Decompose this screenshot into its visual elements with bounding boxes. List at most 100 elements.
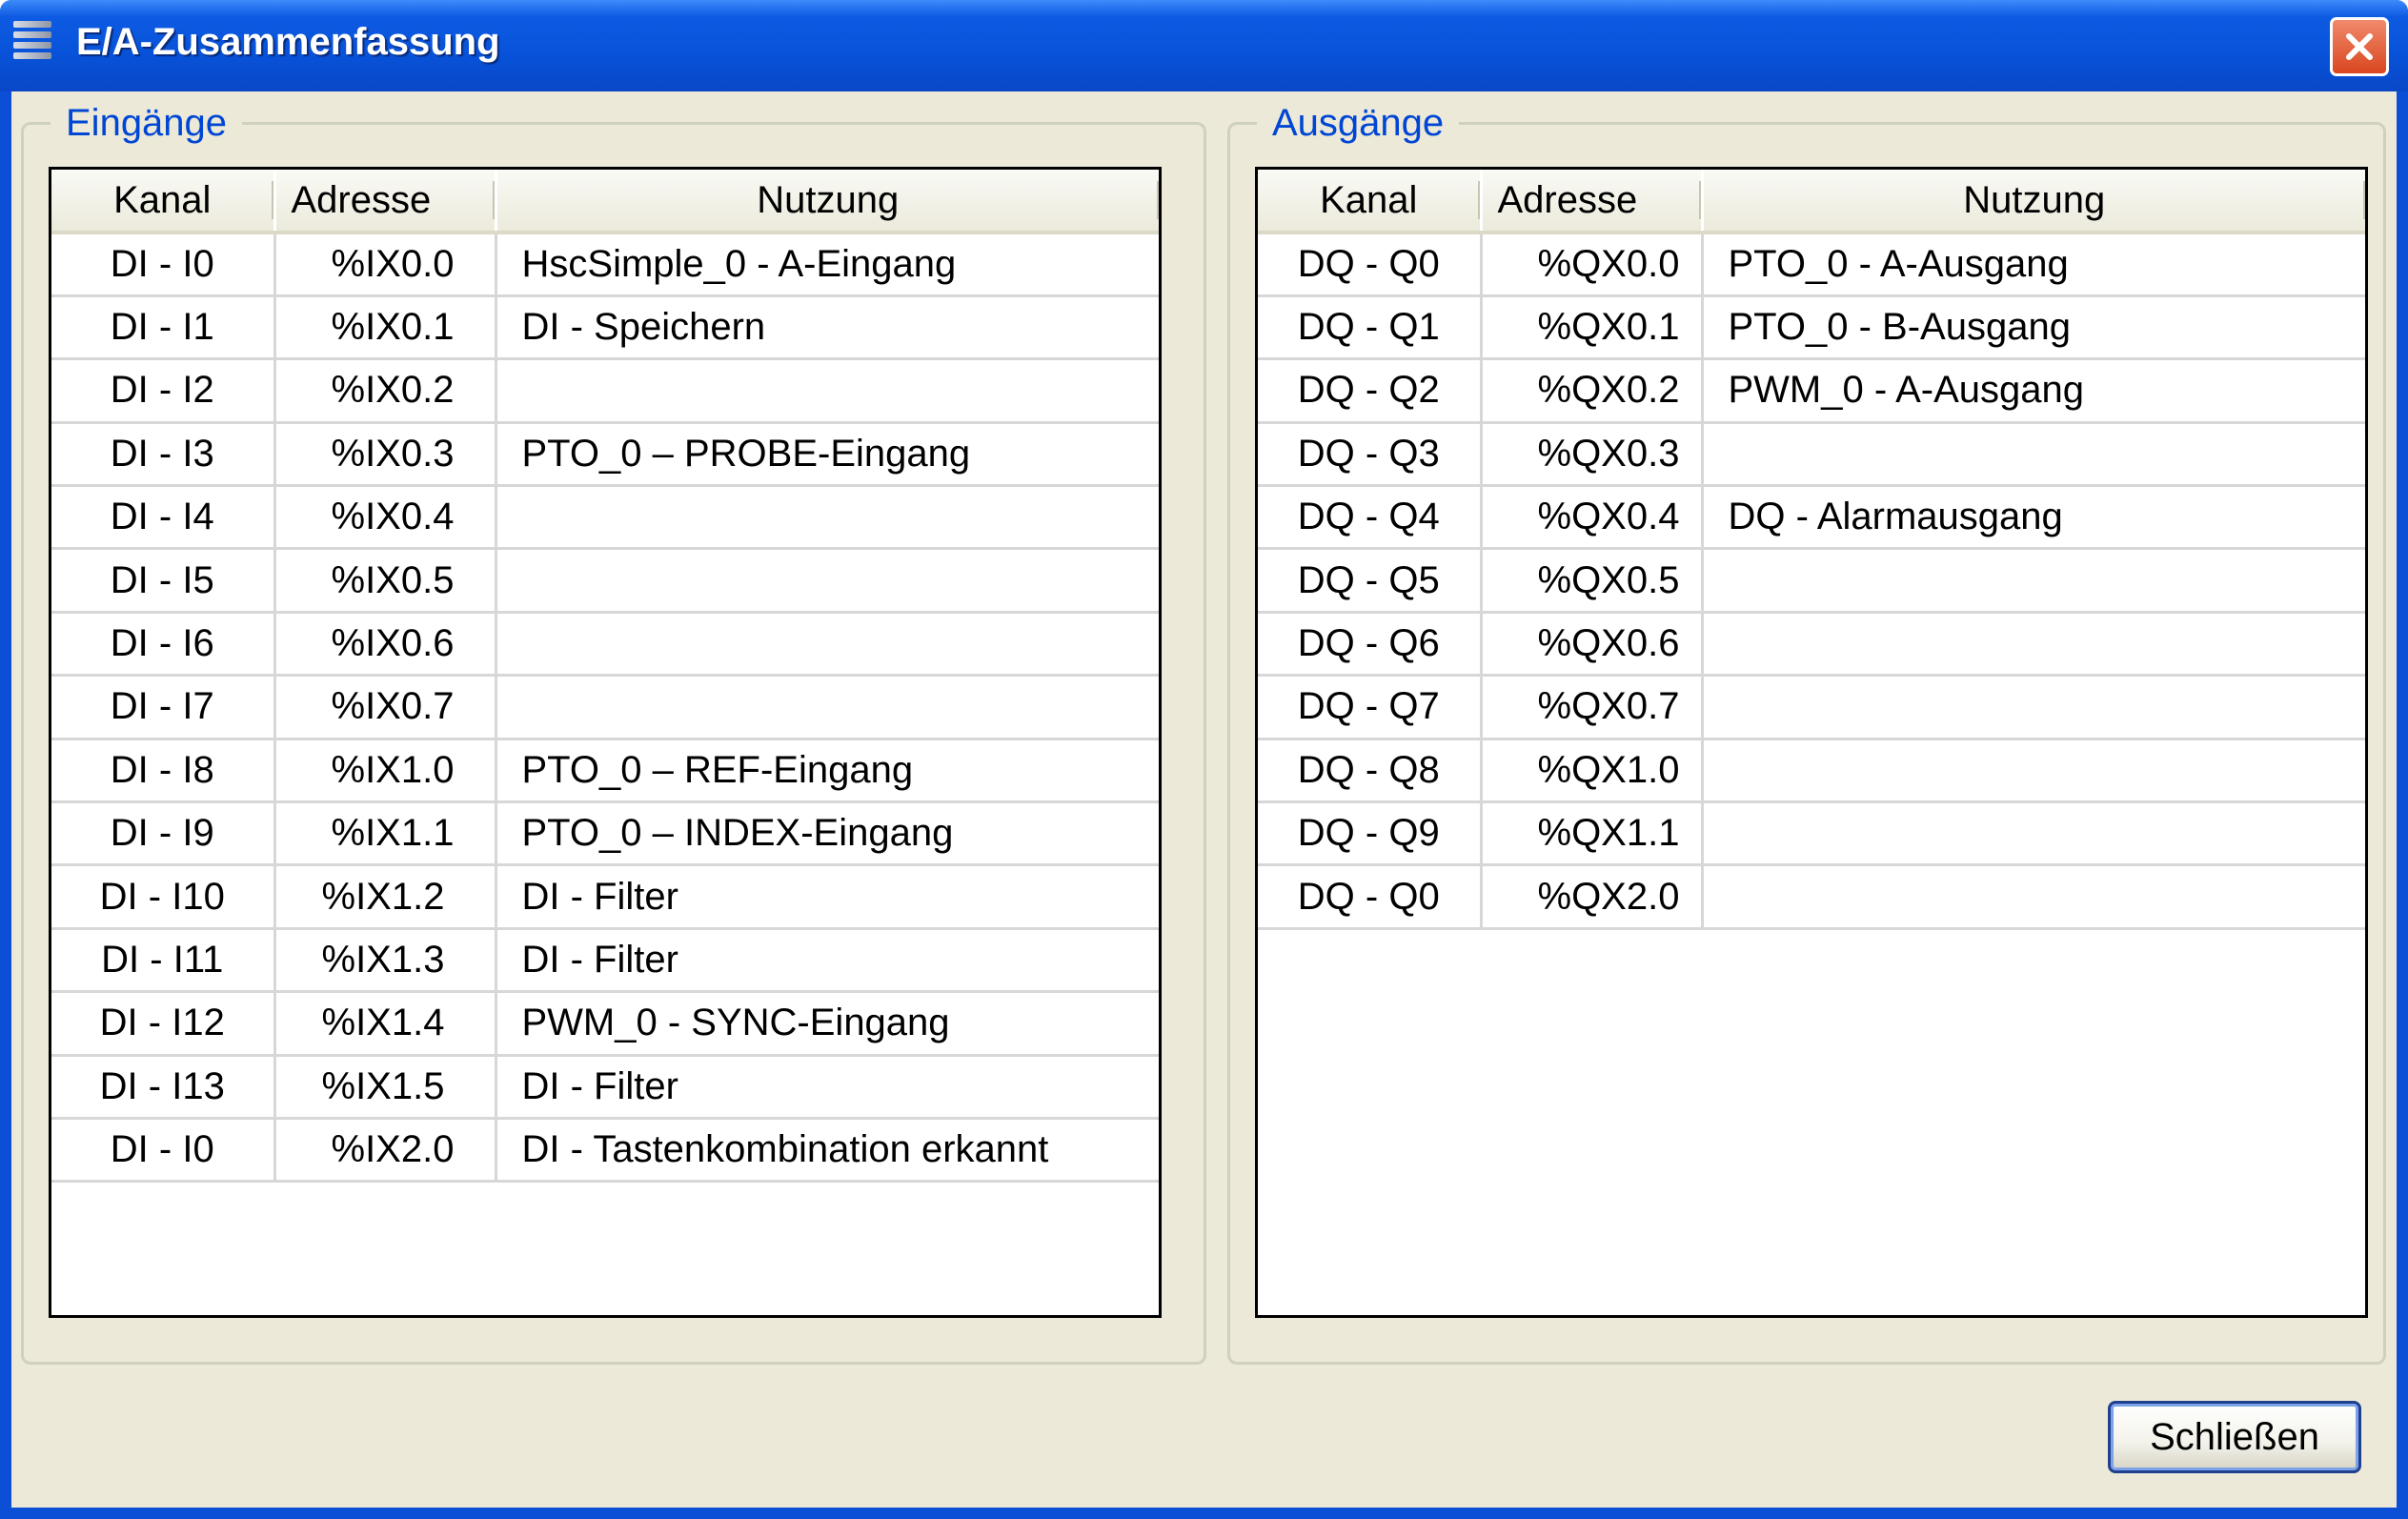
nutzung-cell: DI - Filter: [494, 864, 1159, 930]
adresse-cell: %QX0.7: [1479, 675, 1702, 740]
nutzung-cell: [1700, 422, 2365, 488]
outputs-table: Kanal Adresse Nutzung DQ - Q0 %QX0.0 PTO_0…: [1258, 170, 2365, 930]
kanal-cell: DI - I13: [51, 1055, 274, 1120]
nutzung-cell: [1700, 675, 2365, 740]
kanal-cell: DI - I0: [51, 1118, 274, 1184]
table-row[interactable]: DQ - Q2 %QX0.2 PWM_0 - A-Ausgang: [1258, 358, 2365, 424]
table-row[interactable]: DQ - Q0 %QX0.0 PTO_0 - A-Ausgang: [1258, 233, 2365, 297]
kanal-cell: DQ - Q1: [1258, 295, 1481, 361]
table-row[interactable]: DI - I10 %IX1.2 DI - Filter: [51, 864, 1159, 930]
table-row[interactable]: DI - I7 %IX0.7: [51, 675, 1159, 740]
adresse-cell: %IX2.0: [273, 1118, 496, 1184]
adresse-cell: %QX1.0: [1479, 739, 1702, 804]
table-row[interactable]: DI - I3 %IX0.3 PTO_0 – PROBE-Eingang: [51, 422, 1159, 488]
table-row[interactable]: DI - I9 %IX1.1 PTO_0 – INDEX-Eingang: [51, 801, 1159, 867]
kanal-cell: DI - I11: [51, 928, 274, 994]
table-row[interactable]: DI - I0 %IX2.0 DI - Tastenkombination erka…: [51, 1118, 1159, 1184]
column-header-kanal[interactable]: Kanal: [1258, 170, 1481, 234]
adresse-cell: %IX1.3: [273, 928, 496, 994]
table-row[interactable]: DQ - Q3 %QX0.3: [1258, 422, 2365, 488]
close-icon: [2346, 33, 2373, 60]
adresse-cell: %IX0.5: [273, 548, 496, 614]
inputs-group: Eingänge Kanal Adresse Nutzung DI - I0 %I…: [21, 96, 1206, 1365]
table-row[interactable]: DI - I8 %IX1.0 PTO_0 – REF-Eingang: [51, 739, 1159, 804]
nutzung-cell: [494, 548, 1159, 614]
outputs-legend: Ausgänge: [1257, 96, 1460, 150]
nutzung-cell: [494, 675, 1159, 740]
nutzung-cell: PWM_0 - A-Ausgang: [1700, 358, 2365, 424]
kanal-cell: DI - I6: [51, 612, 274, 678]
app-menu-icon[interactable]: [13, 21, 51, 71]
table-row[interactable]: DQ - Q8 %QX1.0: [1258, 739, 2365, 804]
adresse-cell: %QX2.0: [1479, 864, 1702, 930]
column-header-nutzung[interactable]: Nutzung: [1700, 170, 2365, 234]
window-close-button[interactable]: [2330, 17, 2389, 76]
kanal-cell: DI - I9: [51, 801, 274, 867]
dialog-window: E/A-Zusammenfassung Eingänge Kanal Adres…: [0, 0, 2408, 1519]
kanal-cell: DI - I7: [51, 675, 274, 740]
table-row[interactable]: DI - I4 %IX0.4: [51, 485, 1159, 551]
adresse-cell: %IX0.3: [273, 422, 496, 488]
table-row[interactable]: DI - I5 %IX0.5: [51, 548, 1159, 614]
adresse-cell: %IX0.0: [273, 233, 496, 297]
table-row[interactable]: DQ - Q6 %QX0.6: [1258, 612, 2365, 678]
column-header-nutzung[interactable]: Nutzung: [494, 170, 1159, 234]
adresse-cell: %QX0.4: [1479, 485, 1702, 551]
nutzung-cell: DI - Filter: [494, 928, 1159, 994]
table-row[interactable]: DI - I11 %IX1.3 DI - Filter: [51, 928, 1159, 994]
column-header-kanal[interactable]: Kanal: [51, 170, 274, 234]
outputs-group: Ausgänge Kanal Adresse Nutzung DQ - Q0 %Q…: [1227, 96, 2386, 1365]
kanal-cell: DQ - Q2: [1258, 358, 1481, 424]
table-row[interactable]: DQ - Q4 %QX0.4 DQ - Alarmausgang: [1258, 485, 2365, 551]
nutzung-cell: [494, 612, 1159, 678]
table-row[interactable]: DQ - Q0 %QX2.0: [1258, 864, 2365, 930]
outputs-header-row: Kanal Adresse Nutzung: [1258, 170, 2365, 234]
table-row[interactable]: DI - I6 %IX0.6: [51, 612, 1159, 678]
nutzung-cell: PTO_0 - B-Ausgang: [1700, 295, 2365, 361]
table-row[interactable]: DQ - Q1 %QX0.1 PTO_0 - B-Ausgang: [1258, 295, 2365, 361]
table-row[interactable]: DQ - Q9 %QX1.1: [1258, 801, 2365, 867]
title-bar[interactable]: E/A-Zusammenfassung: [0, 0, 2408, 91]
adresse-cell: %IX0.7: [273, 675, 496, 740]
kanal-cell: DI - I10: [51, 864, 274, 930]
table-row[interactable]: DI - I1 %IX0.1 DI - Speichern: [51, 295, 1159, 361]
nutzung-cell: [494, 358, 1159, 424]
nutzung-cell: [1700, 864, 2365, 930]
adresse-cell: %IX0.6: [273, 612, 496, 678]
kanal-cell: DI - I3: [51, 422, 274, 488]
kanal-cell: DQ - Q0: [1258, 233, 1481, 297]
close-button[interactable]: Schließen: [2108, 1401, 2361, 1473]
adresse-cell: %IX0.1: [273, 295, 496, 361]
adresse-cell: %IX1.4: [273, 991, 496, 1057]
nutzung-cell: PWM_0 - SYNC-Eingang: [494, 991, 1159, 1057]
column-header-adresse[interactable]: Adresse: [273, 170, 496, 234]
table-row[interactable]: DQ - Q7 %QX0.7: [1258, 675, 2365, 740]
nutzung-cell: DI - Speichern: [494, 295, 1159, 361]
kanal-cell: DQ - Q9: [1258, 801, 1481, 867]
nutzung-cell: PTO_0 - A-Ausgang: [1700, 233, 2365, 297]
table-row[interactable]: DI - I13 %IX1.5 DI - Filter: [51, 1055, 1159, 1120]
table-row[interactable]: DI - I12 %IX1.4 PWM_0 - SYNC-Eingang: [51, 991, 1159, 1057]
kanal-cell: DI - I0: [51, 233, 274, 297]
outputs-table-container[interactable]: Kanal Adresse Nutzung DQ - Q0 %QX0.0 PTO_0…: [1255, 167, 2368, 1318]
table-row[interactable]: DQ - Q5 %QX0.5: [1258, 548, 2365, 614]
kanal-cell: DI - I8: [51, 739, 274, 804]
kanal-cell: DQ - Q0: [1258, 864, 1481, 930]
adresse-cell: %QX0.5: [1479, 548, 1702, 614]
inputs-table-container[interactable]: Kanal Adresse Nutzung DI - I0 %IX0.0 HscSi…: [49, 167, 1162, 1318]
nutzung-cell: DI - Filter: [494, 1055, 1159, 1120]
nutzung-cell: PTO_0 – REF-Eingang: [494, 739, 1159, 804]
window-title: E/A-Zusammenfassung: [76, 21, 500, 63]
adresse-cell: %QX0.3: [1479, 422, 1702, 488]
table-row[interactable]: DI - I2 %IX0.2: [51, 358, 1159, 424]
kanal-cell: DQ - Q8: [1258, 739, 1481, 804]
adresse-cell: %QX0.2: [1479, 358, 1702, 424]
nutzung-cell: PTO_0 – INDEX-Eingang: [494, 801, 1159, 867]
adresse-cell: %IX0.2: [273, 358, 496, 424]
column-header-adresse[interactable]: Adresse: [1479, 170, 1702, 234]
table-row[interactable]: DI - I0 %IX0.0 HscSimple_0 - A-Eingang: [51, 233, 1159, 297]
kanal-cell: DI - I2: [51, 358, 274, 424]
nutzung-cell: [1700, 801, 2365, 867]
kanal-cell: DQ - Q7: [1258, 675, 1481, 740]
adresse-cell: %QX0.1: [1479, 295, 1702, 361]
